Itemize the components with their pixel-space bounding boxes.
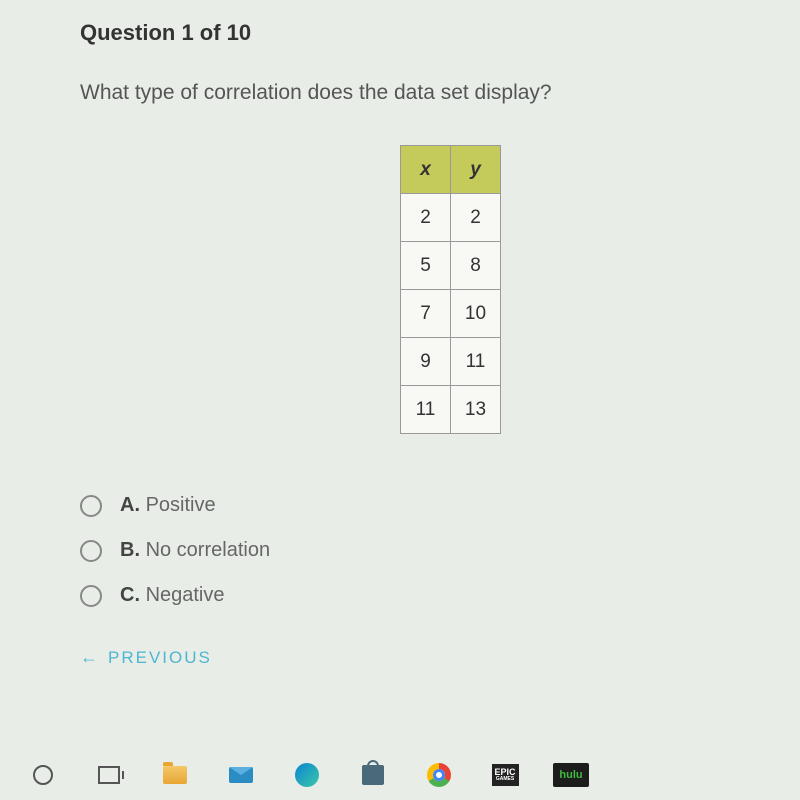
radio-icon: [80, 540, 102, 562]
mail-icon[interactable]: [228, 762, 254, 788]
option-label: A. Positive: [120, 494, 216, 517]
radio-icon: [80, 495, 102, 517]
table-row: 9 11: [401, 338, 501, 386]
answer-options: A. Positive B. No correlation C. Negativ…: [80, 494, 740, 607]
question-text: What type of correlation does the data s…: [80, 81, 740, 105]
arrow-left-icon: ←: [80, 647, 100, 668]
option-c[interactable]: C. Negative: [80, 584, 740, 607]
table-header-y: y: [451, 146, 501, 194]
table-row: 2 2: [401, 194, 501, 242]
option-label: B. No correlation: [120, 539, 270, 562]
chrome-icon[interactable]: [426, 762, 452, 788]
option-label: C. Negative: [120, 584, 225, 607]
radio-icon: [80, 585, 102, 607]
task-view-icon[interactable]: [96, 762, 122, 788]
question-header: Question 1 of 10: [80, 20, 740, 46]
table-header-x: x: [401, 146, 451, 194]
edge-icon[interactable]: [294, 762, 320, 788]
table-row: 7 10: [401, 290, 501, 338]
epic-games-icon[interactable]: EPIC GAMES: [492, 762, 518, 788]
option-a[interactable]: A. Positive: [80, 494, 740, 517]
file-explorer-icon[interactable]: [162, 762, 188, 788]
taskbar: EPIC GAMES hulu: [0, 750, 800, 800]
data-table: x y 2 2 5 8 7 10 9 11 11 13: [400, 145, 501, 434]
hulu-icon[interactable]: hulu: [558, 762, 584, 788]
table-row: 11 13: [401, 386, 501, 434]
option-b[interactable]: B. No correlation: [80, 539, 740, 562]
previous-button[interactable]: ← PREVIOUS: [80, 647, 740, 668]
store-icon[interactable]: [360, 762, 386, 788]
table-row: 5 8: [401, 242, 501, 290]
cortana-icon[interactable]: [30, 762, 56, 788]
